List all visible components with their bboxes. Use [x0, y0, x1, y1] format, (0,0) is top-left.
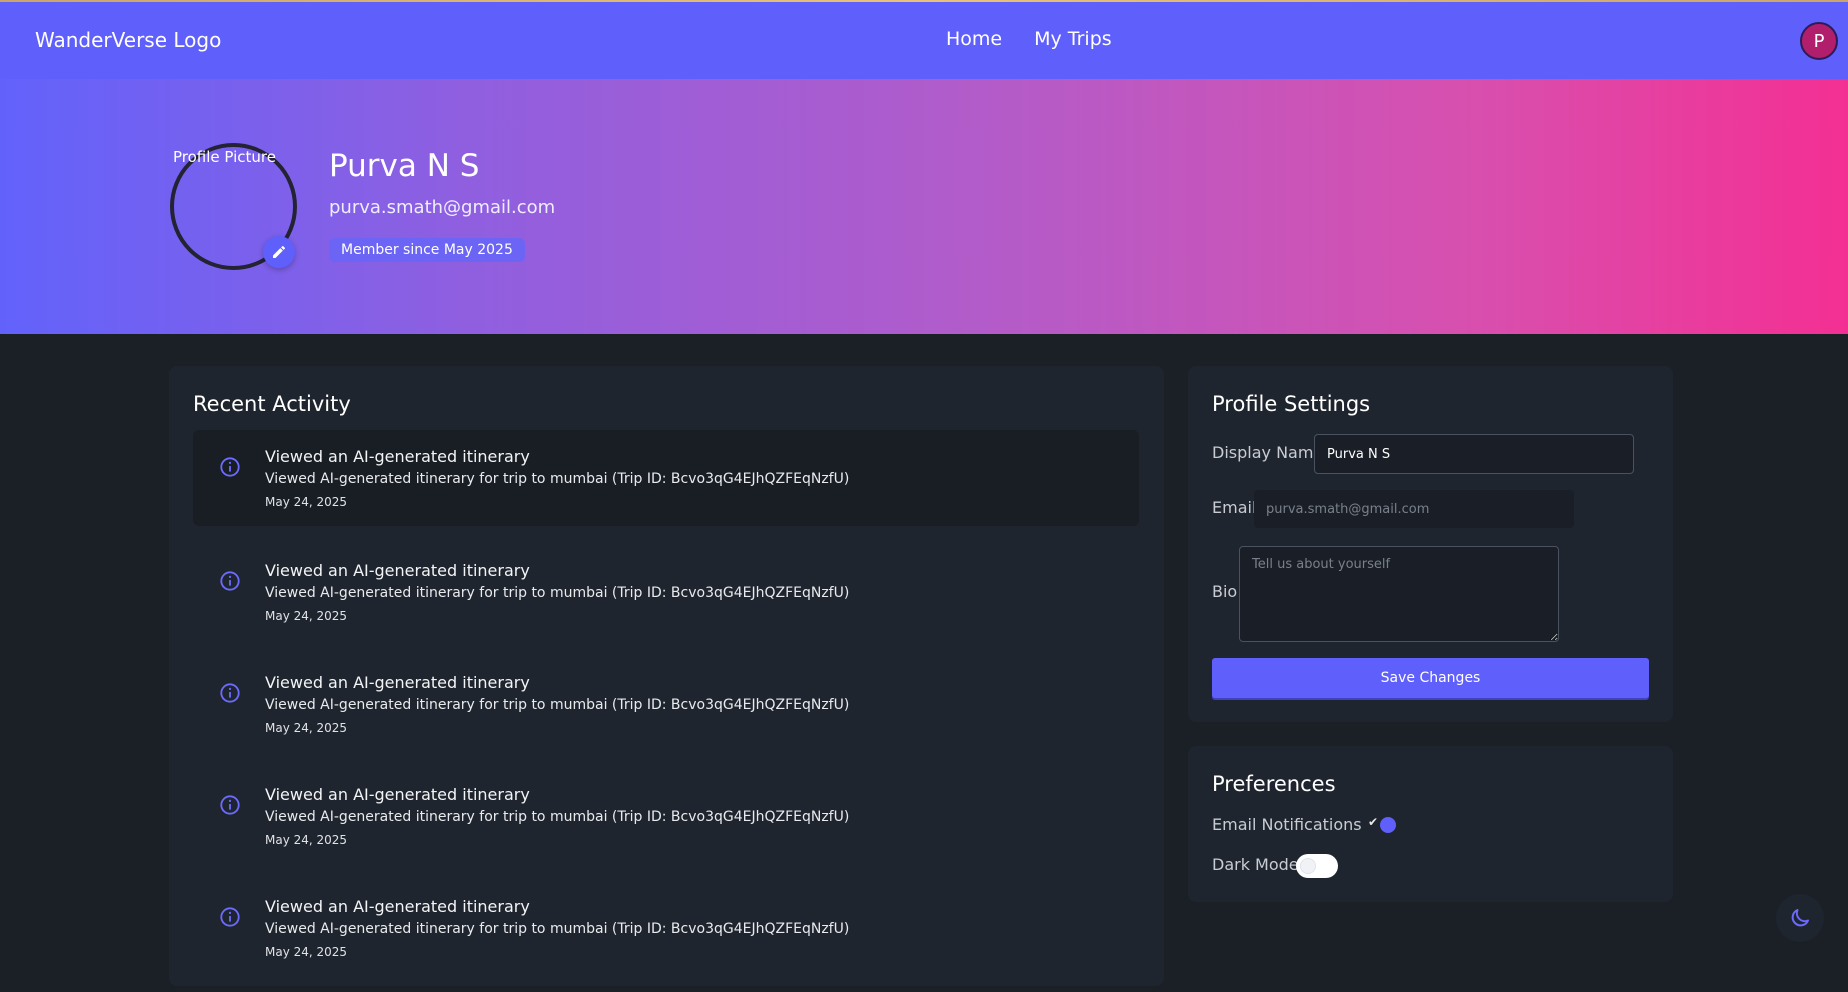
- activity-date: May 24, 2025: [265, 721, 348, 735]
- info-circle-icon: [220, 457, 240, 477]
- activity-title: Viewed an AI-generated itinerary: [265, 785, 530, 804]
- dark-mode-toggle[interactable]: [1296, 854, 1338, 878]
- user-avatar[interactable]: P: [1800, 22, 1838, 60]
- activity-title: Viewed an AI-generated itinerary: [265, 561, 530, 580]
- activity-description: Viewed AI-generated itinerary for trip t…: [265, 809, 850, 825]
- nav-link-home[interactable]: Home: [946, 28, 1002, 50]
- display-name-label: Display Name: [1212, 443, 1324, 462]
- toggle-knob: [1380, 817, 1396, 833]
- email-notifications-label: Email Notifications: [1212, 815, 1362, 834]
- activity-date: May 24, 2025: [265, 833, 348, 847]
- activity-description: Viewed AI-generated itinerary for trip t…: [265, 585, 850, 601]
- preferences-card: Preferences Email Notifications ✔ Dark M…: [1188, 746, 1673, 902]
- profile-settings-card: Profile Settings Display Name Email Bio …: [1188, 366, 1673, 722]
- bio-textarea[interactable]: [1239, 546, 1559, 642]
- moon-icon: [1791, 909, 1809, 927]
- dark-mode-label: Dark Mode: [1212, 855, 1299, 874]
- avatar-initial: P: [1813, 30, 1825, 52]
- activity-date: May 24, 2025: [265, 495, 348, 509]
- activity-item[interactable]: Viewed an AI-generated itinerary Viewed …: [193, 768, 1139, 880]
- activity-title: Viewed an AI-generated itinerary: [265, 447, 530, 466]
- email-notifications-toggle[interactable]: ✔: [1366, 815, 1396, 834]
- member-since-badge: Member since May 2025: [329, 238, 525, 262]
- info-circle-icon: [220, 683, 240, 703]
- activity-list: Viewed an AI-generated itinerary Viewed …: [193, 430, 1139, 992]
- activity-title: Viewed an AI-generated itinerary: [265, 897, 530, 916]
- display-name-input[interactable]: [1314, 434, 1634, 474]
- activity-item[interactable]: Viewed an AI-generated itinerary Viewed …: [193, 880, 1139, 992]
- recent-activity-title: Recent Activity: [193, 392, 351, 416]
- activity-title: Viewed an AI-generated itinerary: [265, 673, 530, 692]
- activity-item[interactable]: Viewed an AI-generated itinerary Viewed …: [193, 544, 1139, 656]
- profile-picture-alt: Profile Picture: [173, 148, 276, 166]
- edit-picture-button[interactable]: [263, 236, 295, 268]
- user-email: purva.smath@gmail.com: [329, 197, 556, 218]
- activity-item[interactable]: Viewed an AI-generated itinerary Viewed …: [193, 656, 1139, 768]
- email-field[interactable]: [1254, 490, 1574, 528]
- info-circle-icon: [220, 907, 240, 927]
- logo[interactable]: WanderVerse Logo: [35, 28, 221, 52]
- activity-description: Viewed AI-generated itinerary for trip t…: [265, 697, 850, 713]
- info-circle-icon: [220, 571, 240, 591]
- preferences-title: Preferences: [1212, 772, 1336, 796]
- email-label: Email: [1212, 498, 1257, 517]
- check-icon: ✔: [1368, 815, 1379, 829]
- activity-date: May 24, 2025: [265, 609, 348, 623]
- nav-link-my-trips[interactable]: My Trips: [1034, 28, 1112, 50]
- info-circle-icon: [220, 795, 240, 815]
- user-name: Purva N S: [329, 148, 480, 184]
- nav-links: Home My Trips: [946, 28, 1112, 50]
- save-changes-button[interactable]: Save Changes: [1212, 658, 1649, 698]
- activity-description: Viewed AI-generated itinerary for trip t…: [265, 921, 850, 937]
- activity-description: Viewed AI-generated itinerary for trip t…: [265, 471, 850, 487]
- bio-label: Bio: [1212, 582, 1238, 601]
- toggle-knob: [1300, 858, 1316, 874]
- navbar: WanderVerse Logo Home My Trips P: [0, 2, 1848, 79]
- activity-item[interactable]: Viewed an AI-generated itinerary Viewed …: [193, 430, 1139, 526]
- pencil-icon: [273, 245, 286, 258]
- profile-settings-title: Profile Settings: [1212, 392, 1371, 416]
- recent-activity-card: Recent Activity Viewed an AI-generated i…: [169, 366, 1164, 986]
- activity-date: May 24, 2025: [265, 945, 348, 959]
- theme-toggle-button[interactable]: [1776, 894, 1824, 942]
